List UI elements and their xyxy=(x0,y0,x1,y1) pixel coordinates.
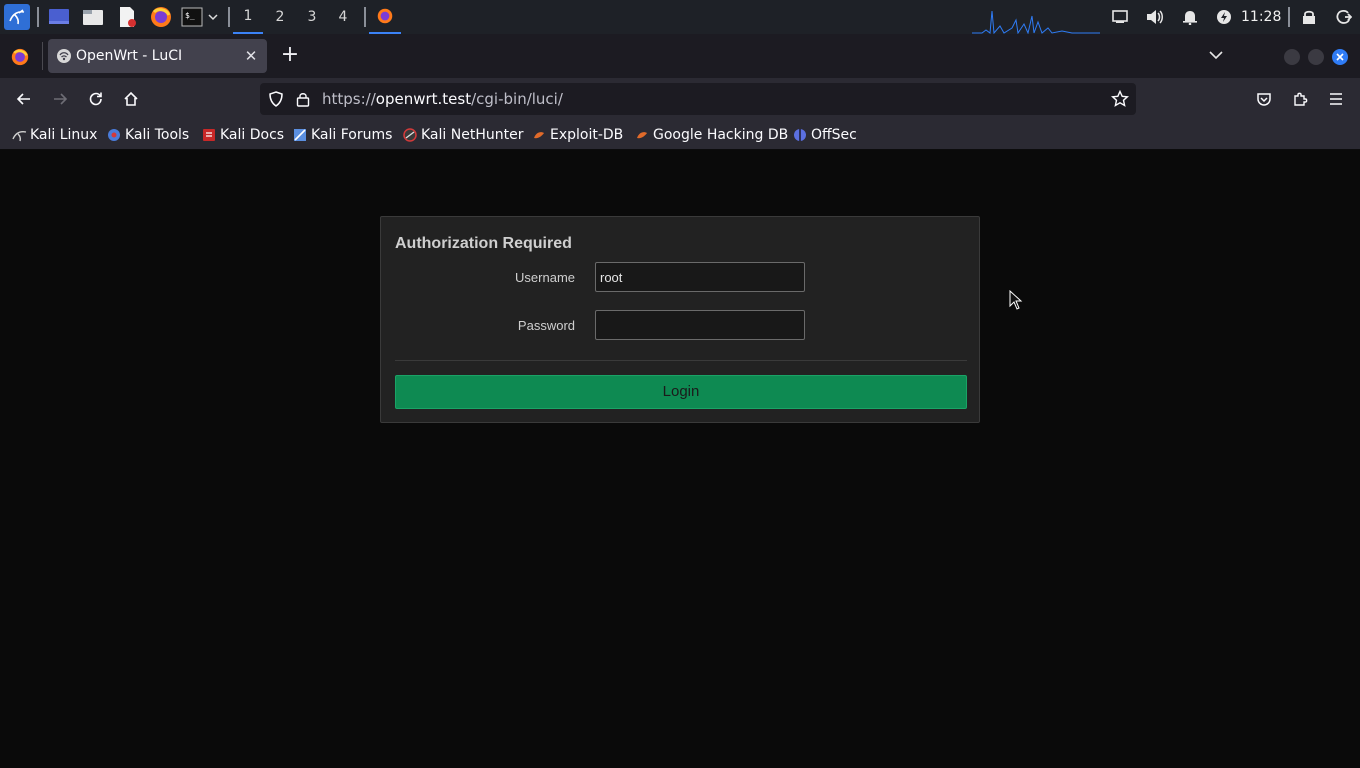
bookmark-label: Kali Docs xyxy=(220,127,285,143)
dropdown-icon[interactable] xyxy=(204,5,222,29)
bookmark-google-hacking-db[interactable]: Google Hacking DB xyxy=(635,120,788,150)
bookmark-kali-forums[interactable]: Kali Forums xyxy=(293,120,392,150)
kali-linux-icon xyxy=(12,128,27,142)
maximize-window-button[interactable] xyxy=(1308,49,1324,65)
site-security-lock-icon[interactable] xyxy=(296,91,310,107)
workspace-2[interactable]: 2 xyxy=(265,0,295,34)
navigation-toolbar: https://openwrt.test/cgi-bin/luci/ xyxy=(0,78,1360,120)
power-icon[interactable] xyxy=(1214,7,1234,27)
firefox-view-icon[interactable] xyxy=(11,48,29,66)
app-menu-icon[interactable] xyxy=(1326,89,1346,109)
taskbar: $_ 1 2 3 4 11:28 xyxy=(0,0,1360,34)
openwrt-favicon-icon xyxy=(56,48,72,64)
workspace-1[interactable]: 1 xyxy=(233,0,263,34)
taskbar-separator xyxy=(228,7,230,27)
file-manager-icon[interactable] xyxy=(81,5,105,29)
google-hacking-db-icon xyxy=(635,128,649,142)
new-tab-button[interactable]: + xyxy=(280,44,300,66)
bookmark-label: Kali NetHunter xyxy=(421,127,524,143)
bookmark-label: Exploit-DB xyxy=(550,127,624,143)
login-heading: Authorization Required xyxy=(395,235,572,252)
pocket-icon[interactable] xyxy=(1254,89,1274,109)
url-bar[interactable]: https://openwrt.test/cgi-bin/luci/ xyxy=(260,83,1136,115)
show-desktop-icon[interactable] xyxy=(47,5,71,29)
reload-button[interactable] xyxy=(86,89,106,109)
kali-tools-icon xyxy=(107,128,121,142)
url-host: openwrt.test xyxy=(375,90,472,108)
form-divider xyxy=(395,360,967,361)
tab-separator xyxy=(42,42,43,70)
notifications-icon[interactable] xyxy=(1180,7,1200,27)
cpu-usage-graph xyxy=(972,10,1100,34)
tracking-protection-shield-icon[interactable] xyxy=(268,91,284,107)
url-scheme: https:// xyxy=(322,90,376,108)
bookmark-label: Google Hacking DB xyxy=(653,127,789,143)
bookmark-exploit-db[interactable]: Exploit-DB xyxy=(532,120,623,150)
username-field[interactable] xyxy=(595,262,805,292)
taskbar-separator xyxy=(37,7,39,27)
bookmark-label: OffSec xyxy=(811,127,857,143)
display-icon[interactable] xyxy=(1110,7,1130,27)
bookmark-label: Kali Forums xyxy=(311,127,393,143)
bookmark-offsec[interactable]: OffSec xyxy=(793,120,857,150)
password-label: Password xyxy=(517,318,575,333)
kali-forums-icon xyxy=(293,128,307,142)
home-button[interactable] xyxy=(121,89,141,109)
list-all-tabs-icon[interactable] xyxy=(1208,46,1228,66)
mouse-cursor-icon xyxy=(1009,289,1023,310)
terminal-icon[interactable]: $_ xyxy=(180,5,204,29)
bookmark-kali-linux[interactable]: Kali Linux xyxy=(12,120,97,150)
url-path: /cgi-bin/luci/ xyxy=(471,90,563,108)
bookmark-kali-tools[interactable]: Kali Tools xyxy=(107,120,189,150)
forward-button[interactable] xyxy=(50,89,70,109)
kali-menu-icon[interactable] xyxy=(4,4,30,30)
close-window-button[interactable] xyxy=(1332,49,1348,65)
login-panel: Authorization Required Username Password… xyxy=(380,216,980,423)
tab-title: OpenWrt - LuCI xyxy=(76,48,183,64)
bookmark-star-icon[interactable] xyxy=(1110,89,1130,108)
tab-close-icon[interactable]: ✕ xyxy=(243,48,259,64)
bookmark-label: Kali Tools xyxy=(125,127,190,143)
window-button-firefox[interactable] xyxy=(369,0,401,34)
workspace-4[interactable]: 4 xyxy=(328,0,358,34)
username-label: Username xyxy=(515,270,575,285)
back-button[interactable] xyxy=(14,89,34,109)
tab-openwrt-luci[interactable]: OpenWrt - LuCI ✕ xyxy=(48,39,267,73)
workspace-3[interactable]: 3 xyxy=(297,0,327,34)
volume-icon[interactable] xyxy=(1145,7,1165,27)
exploit-db-icon xyxy=(532,128,546,142)
password-field[interactable] xyxy=(595,310,805,340)
lock-icon[interactable] xyxy=(1299,7,1319,27)
firefox-icon[interactable] xyxy=(149,5,173,29)
extensions-icon[interactable] xyxy=(1290,89,1310,109)
clock[interactable]: 11:28 xyxy=(1241,0,1281,34)
kali-nethunter-icon xyxy=(403,128,417,142)
taskbar-separator xyxy=(1288,7,1290,27)
bookmark-kali-nethunter[interactable]: Kali NetHunter xyxy=(403,120,523,150)
svg-text:$_: $_ xyxy=(185,11,195,20)
bookmark-kali-docs[interactable]: Kali Docs xyxy=(202,120,284,150)
taskbar-separator xyxy=(364,7,366,27)
login-button[interactable]: Login xyxy=(395,375,967,409)
bookmarks-toolbar: Kali Linux Kali Tools Kali Docs Kali For… xyxy=(0,120,1360,150)
page-content: Authorization Required Username Password… xyxy=(0,150,1360,768)
url-text[interactable]: https://openwrt.test/cgi-bin/luci/ xyxy=(322,83,563,115)
tab-strip: OpenWrt - LuCI ✕ + xyxy=(0,34,1360,78)
logout-icon[interactable] xyxy=(1334,7,1354,27)
text-editor-icon[interactable] xyxy=(115,5,139,29)
offsec-icon xyxy=(793,128,807,142)
minimize-window-button[interactable] xyxy=(1284,49,1300,65)
bookmark-label: Kali Linux xyxy=(30,127,98,143)
kali-docs-icon xyxy=(202,128,216,142)
